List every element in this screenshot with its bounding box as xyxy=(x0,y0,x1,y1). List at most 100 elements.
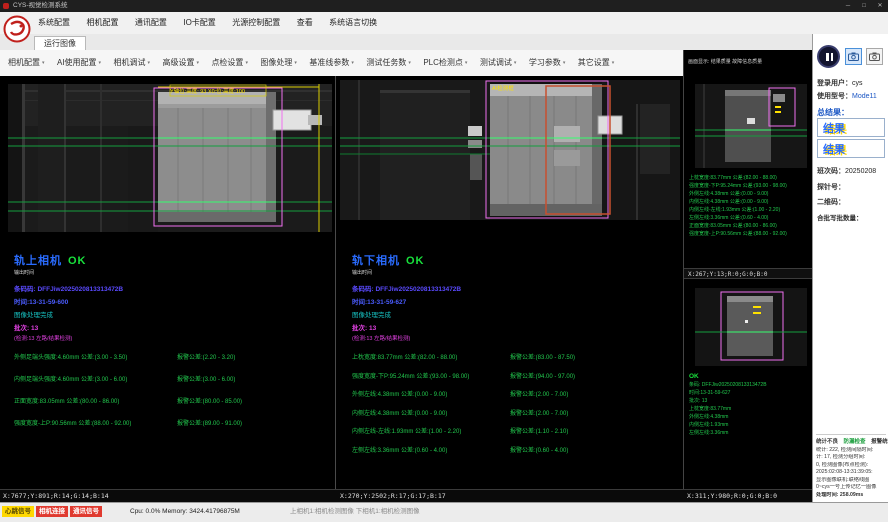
toolbar-item-learning-params[interactable]: 学习参数▾ xyxy=(529,50,566,76)
toolbar-item-test-debug[interactable]: 测试调试▾ xyxy=(480,50,517,76)
chevron-down-icon: ▾ xyxy=(196,60,199,66)
camera-link-indicator: 相机连接 xyxy=(36,506,68,517)
menu-item-comm-config[interactable]: 通讯配置 xyxy=(135,12,167,34)
chevron-down-icon: ▾ xyxy=(245,60,248,66)
alarm-tolerance: 报警公差:(1.10 - 2.10) xyxy=(510,426,677,435)
processing-time: 处理时间: 258.09ms xyxy=(816,492,886,500)
preview-line: 时间:13-31-59-627 xyxy=(689,389,767,397)
toolbar-item-label: 测试任务数 xyxy=(366,58,406,67)
preview-status-ok: OK xyxy=(689,372,767,381)
titlebar: CYS-视觉检测系统 ─ □ ✕ xyxy=(0,0,888,12)
batch-note-text: (检测:13 左路/结果检测) xyxy=(14,334,329,342)
menu-item-language-switch[interactable]: 系统语言切换 xyxy=(329,12,377,34)
preview-2-text: OK 条码: DFFJiw2025020813313472B 时间:13-31-… xyxy=(689,372,767,437)
measurement-value: 内侧左线:4.38mm 公差:(0.00 - 9.00) xyxy=(352,408,510,417)
pause-icon xyxy=(826,53,829,61)
stats-line: 统计: 222, 检测间隔时间: xyxy=(816,447,886,455)
toolbar-item-label: 测试调试 xyxy=(480,58,512,67)
view-result-title: 轨下相机OK xyxy=(352,252,677,268)
toolbar-item-image-processing[interactable]: 图像处理▾ xyxy=(260,50,297,76)
top-camera-image[interactable] xyxy=(8,84,332,232)
alarm-tolerance: 报警公差:(83.00 - 87.50) xyxy=(510,352,677,361)
time-text: 时间:13-31-59-627 xyxy=(352,296,677,306)
menubar: 系统配置 相机配置 通讯配置 IO卡配置 光源控制配置 查看 系统语言切换 xyxy=(0,12,888,35)
app-icon xyxy=(3,3,9,9)
tab-strip: 运行图像 xyxy=(0,34,812,51)
measurement-row: 外侧足端头强度:4.60mm 公差:(3.00 - 3.50)报警公差:(2.2… xyxy=(14,352,329,361)
toolbar-item-label: 图像处理 xyxy=(260,58,292,67)
login-user-value: cys xyxy=(852,80,863,87)
chevron-down-icon: ▾ xyxy=(294,60,297,66)
toolbar-item-spot-check[interactable]: 点检设置▾ xyxy=(211,50,248,76)
toolbar-item-test-tasks[interactable]: 测试任务数▾ xyxy=(366,50,411,76)
view-result-title: 轨上相机OK xyxy=(14,252,329,268)
stats-line: 计: 17, 检测分组时间: xyxy=(816,454,886,462)
toolbar-item-plc-points[interactable]: PLC检测点▾ xyxy=(423,50,467,76)
shift-code-row: 班次码：20250208 xyxy=(817,166,876,176)
menu-item-light-config[interactable]: 光源控制配置 xyxy=(232,12,280,34)
preview-header: 画面显示: 结果质量 故障信息质量 xyxy=(688,58,762,65)
close-button[interactable]: ✕ xyxy=(872,0,888,12)
batch-text: 批次: 13 xyxy=(14,322,329,332)
measurement-value: 外侧足端头强度:4.60mm 公差:(3.00 - 3.50) xyxy=(14,352,177,361)
chevron-down-icon: ▾ xyxy=(351,60,354,66)
bottom-camera-image[interactable] xyxy=(340,80,680,220)
alarm-tolerance: 报警公差:(89.00 - 91.00) xyxy=(177,418,329,427)
alarm-tolerance: 报警公差:(80.00 - 85.00) xyxy=(177,396,329,405)
camera-icon xyxy=(848,52,859,61)
stats-line: 显示图像联机:联络线图 xyxy=(816,477,886,485)
toolbar-item-camera-debug[interactable]: 相机调试▾ xyxy=(114,50,151,76)
toolbar-item-ai-config[interactable]: AI使用配置▾ xyxy=(57,50,101,76)
camera-view-bottom-rail: AI检测框 轨下相机OK 输出时间 条码码: DFFJiw20250208133… xyxy=(336,76,683,489)
toolbar-item-label: 其它设置 xyxy=(578,58,610,67)
preview-line: 内侧左线-左线:1.93mm 公差:(1.00 - 2.20) xyxy=(689,206,787,214)
menu-item-system-config[interactable]: 系统配置 xyxy=(38,12,70,34)
sidebar: 登录用户：cys 使用型号：Mode11 总结果： 结果 结果 结果 结果 班次… xyxy=(812,34,888,502)
result-box-1: 结果 结果 xyxy=(817,118,885,137)
view-title: 轨下相机 xyxy=(352,255,400,267)
maximize-button[interactable]: □ xyxy=(856,0,872,12)
menu-item-io-config[interactable]: IO卡配置 xyxy=(183,12,215,34)
stats-line: 2025:02:08-13:31:39:05: xyxy=(816,469,886,477)
snapshot-button[interactable] xyxy=(866,48,883,65)
alarm-tolerance: 报警公差:(2.20 - 3.20) xyxy=(177,352,329,361)
statusbar: 心跳信号 相机连接 通讯信号 Cpu: 0.0% Memory: 3424.41… xyxy=(0,502,888,522)
menu-item-camera-config[interactable]: 相机配置 xyxy=(86,12,118,34)
toolbar-item-label: 相机配置 xyxy=(8,58,40,67)
stats-line: 0~cys一号上传记忆一图像 xyxy=(816,484,886,492)
barcode-text: 条码码: DFFJiw2025020813313472B xyxy=(352,283,677,293)
preview-image-1[interactable] xyxy=(695,84,807,168)
camera-view-top-rail: Y轴位:高度: 93 X0:位:高度:100 轨上相机OK 输出时间 条码码: … xyxy=(0,76,336,489)
chevron-down-icon: ▾ xyxy=(42,60,45,66)
window-title: CYS-视觉检测系统 xyxy=(13,0,68,12)
measurement-value: 内侧足端头强度:4.60mm 公差:(3.00 - 6.00) xyxy=(14,374,177,383)
model-value: Mode11 xyxy=(852,93,877,100)
view-title: 轨上相机 xyxy=(14,255,62,267)
camera-icon xyxy=(869,52,880,61)
alarm-tolerance: 报警公差:(2.00 - 7.00) xyxy=(510,408,677,417)
pause-button[interactable] xyxy=(817,45,840,68)
live-view-button[interactable] xyxy=(845,48,862,65)
toolbar-item-camera-config[interactable]: 相机配置▾ xyxy=(8,50,45,76)
measurement-value: 左侧左线:3.36mm 公差:(0.60 - 4.00) xyxy=(352,445,510,454)
preview-line: 外侧左线:4.38mm xyxy=(689,413,767,421)
view-subtitle: 输出时间 xyxy=(352,269,677,276)
toolbar-item-label: 学习参数 xyxy=(529,58,561,67)
menu-item-view[interactable]: 查看 xyxy=(297,12,313,34)
model-row: 使用型号：Mode11 xyxy=(817,91,877,101)
toolbar-item-label: 高级设置 xyxy=(162,58,194,67)
toolbar-item-label: PLC检测点 xyxy=(423,58,463,67)
minimize-button[interactable]: ─ xyxy=(840,0,856,12)
measurement-row: 强度宽度-上P:90.56mm 公差:(88.00 - 92.00)报警公差:(… xyxy=(14,418,329,427)
toolbar-item-other-settings[interactable]: 其它设置▾ xyxy=(578,50,615,76)
toolbar-item-baseline-params[interactable]: 基准线参数▾ xyxy=(309,50,354,76)
pause-icon xyxy=(831,53,834,61)
tab-leak-check[interactable]: 防漏检查 xyxy=(844,439,866,445)
batch-text: 批次: 13 xyxy=(352,322,677,332)
preview-line: 强度宽度-下P:95.24mm 公差:(93.00 - 98.00) xyxy=(689,182,787,190)
tab-alarm-stats[interactable]: 报警统计 xyxy=(871,439,888,445)
login-user-row: 登录用户：cys xyxy=(817,78,863,88)
tab-defect-stats[interactable]: 统计不良 xyxy=(816,439,838,445)
toolbar-item-advanced-settings[interactable]: 高级设置▾ xyxy=(162,50,199,76)
preview-image-2[interactable] xyxy=(695,288,807,366)
